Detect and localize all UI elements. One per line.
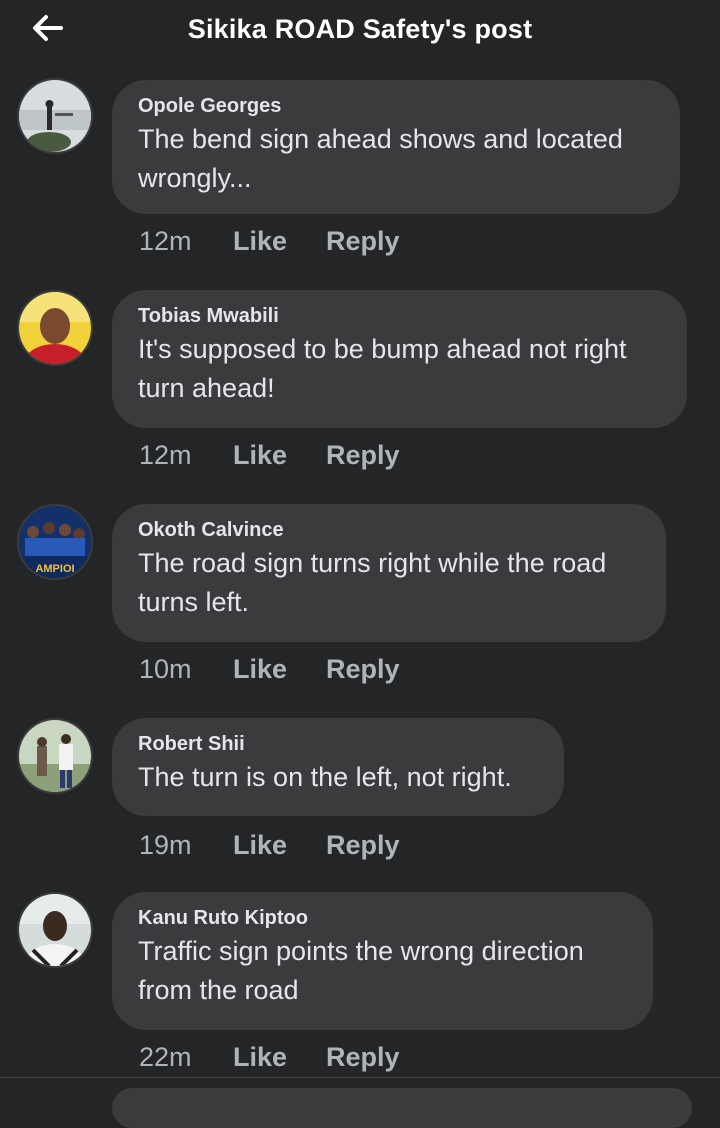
comment-bubble[interactable]	[112, 1088, 692, 1128]
comment-author[interactable]: Kanu Ruto Kiptoo	[138, 906, 627, 930]
comment-actions: 19m Like Reply	[139, 830, 400, 861]
avatar-photo	[19, 894, 91, 966]
avatar-photo	[19, 80, 91, 152]
page-title: Sikika ROAD Safety's post	[187, 14, 533, 44]
comment-bubble[interactable]: Robert Shii The turn is on the left, not…	[112, 718, 564, 816]
comment-text: The bend sign ahead shows and located wr…	[138, 124, 623, 193]
comment-bubble[interactable]: Okoth Calvince The road sign turns right…	[112, 504, 666, 642]
comment-actions: 12m Like Reply	[139, 226, 400, 257]
comment-author[interactable]: Okoth Calvince	[138, 518, 640, 542]
comment-time: 12m	[139, 440, 192, 470]
reply-button[interactable]: Reply	[326, 440, 400, 471]
comment-time: 19m	[139, 830, 192, 860]
like-button[interactable]: Like	[233, 226, 326, 257]
comment-actions: 12m Like Reply	[139, 440, 400, 471]
avatar-photo	[19, 292, 91, 364]
avatar-photo: AMPIOI	[19, 506, 91, 578]
avatar[interactable]: AMPIOI	[17, 504, 93, 580]
comment-actions: 22m Like Reply	[139, 1042, 400, 1073]
avatar[interactable]	[17, 290, 93, 366]
comment-bubble[interactable]: Opole Georges The bend sign ahead shows …	[112, 80, 680, 214]
divider	[0, 1077, 720, 1078]
comment-time: 12m	[139, 226, 192, 256]
avatar-overlay-text: AMPIOI	[35, 563, 74, 575]
comment-bubble[interactable]: Kanu Ruto Kiptoo Traffic sign points the…	[112, 892, 653, 1030]
comment-time: 22m	[139, 1042, 192, 1072]
comment-author[interactable]: Tobias Mwabili	[138, 304, 661, 328]
avatar[interactable]	[17, 892, 93, 968]
avatar[interactable]	[17, 78, 93, 154]
comment-text: The road sign turns right while the road…	[138, 548, 607, 617]
comment-text: The turn is on the left, not right.	[138, 762, 512, 792]
comment-author[interactable]: Robert Shii	[138, 732, 538, 756]
reply-button[interactable]: Reply	[326, 226, 400, 257]
like-button[interactable]: Like	[233, 1042, 326, 1073]
comment-author[interactable]: Opole Georges	[138, 94, 654, 118]
avatar[interactable]	[17, 718, 93, 794]
comment-text: Traffic sign points the wrong direction …	[138, 936, 584, 1005]
reply-button[interactable]: Reply	[326, 830, 400, 861]
reply-button[interactable]: Reply	[326, 654, 400, 685]
comment-actions: 10m Like Reply	[139, 654, 400, 685]
top-bar: Sikika ROAD Safety's post	[0, 0, 720, 64]
comment-time: 10m	[139, 654, 192, 684]
like-button[interactable]: Like	[233, 654, 326, 685]
avatar-photo	[19, 720, 91, 792]
like-button[interactable]: Like	[233, 830, 326, 861]
comment-text: It's supposed to be bump ahead not right…	[138, 334, 627, 403]
like-button[interactable]: Like	[233, 440, 326, 471]
comment-bubble[interactable]: Tobias Mwabili It's supposed to be bump …	[112, 290, 687, 428]
reply-button[interactable]: Reply	[326, 1042, 400, 1073]
